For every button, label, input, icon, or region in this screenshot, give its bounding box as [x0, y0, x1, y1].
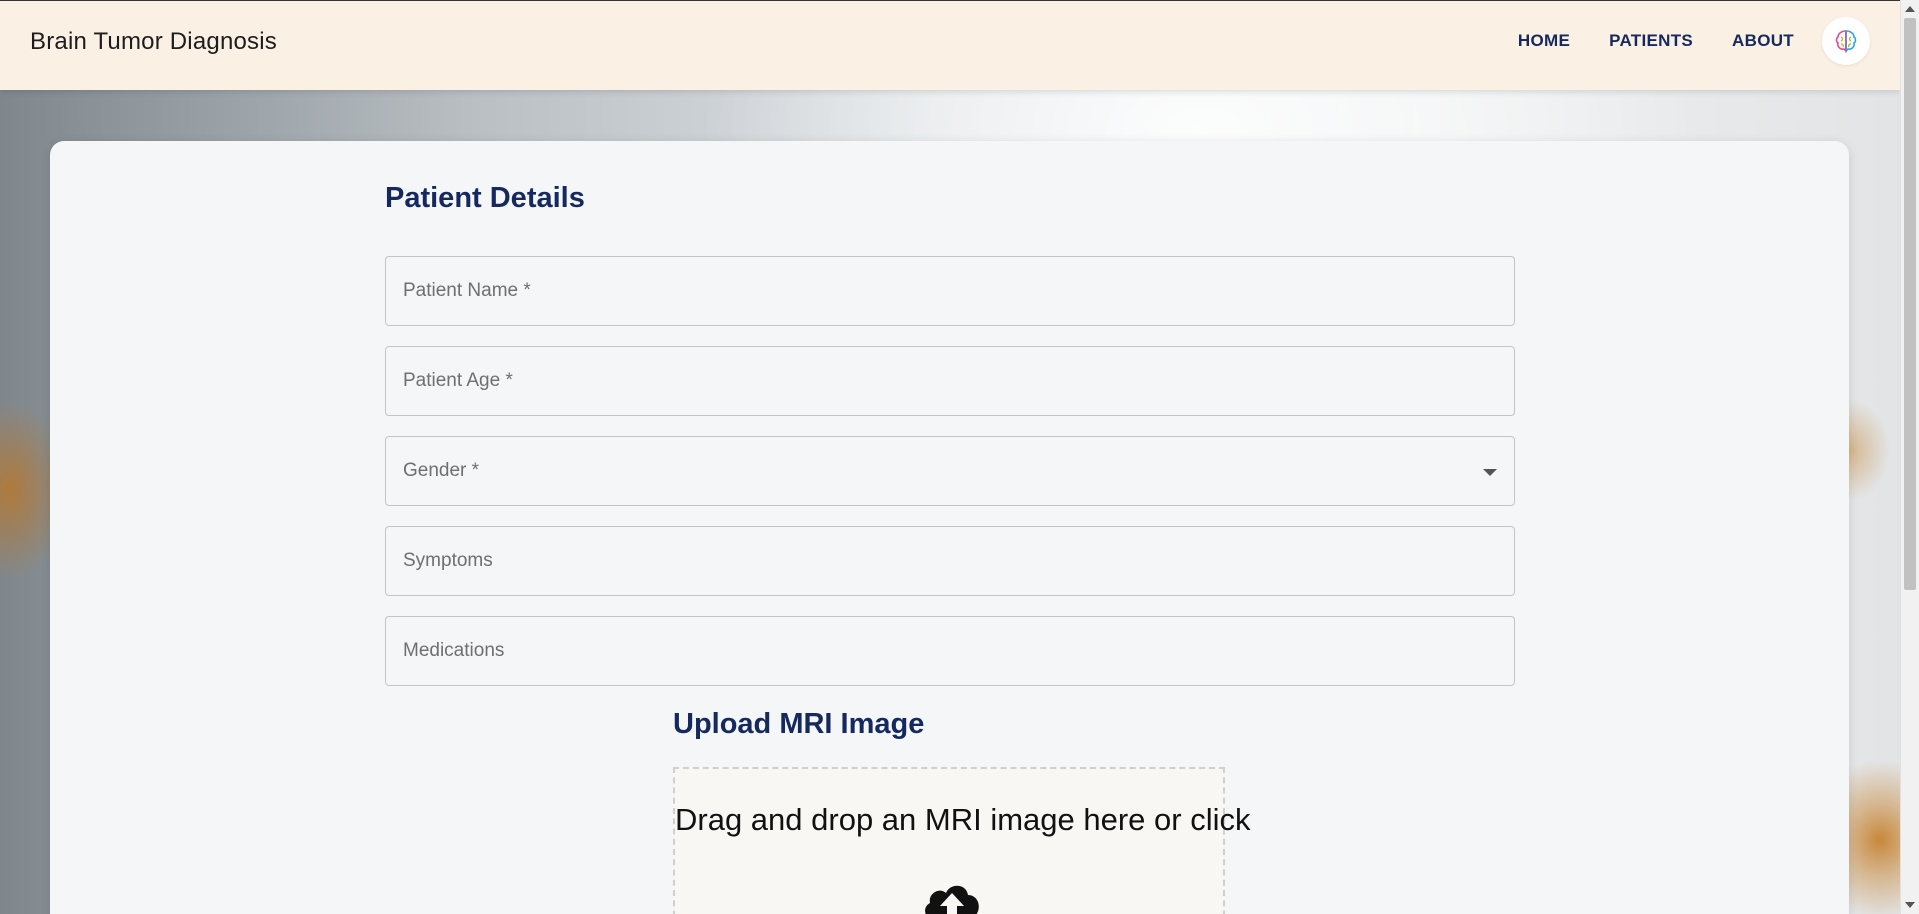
brain-logo-button[interactable]	[1822, 17, 1870, 65]
scroll-up-icon[interactable]	[1905, 6, 1915, 12]
main-nav: HOME PATIENTS ABOUT	[1479, 17, 1870, 65]
medications-field	[385, 616, 1515, 686]
gender-label: Gender *	[403, 460, 480, 481]
nav-patients-link[interactable]: PATIENTS	[1609, 31, 1693, 51]
patient-name-input[interactable]	[386, 257, 1514, 325]
brain-icon	[1835, 30, 1857, 53]
upload-mri-title: Upload MRI Image	[673, 708, 925, 740]
scroll-thumb[interactable]	[1904, 18, 1916, 590]
patient-age-input[interactable]	[386, 347, 1514, 415]
patient-age-field	[385, 346, 1515, 416]
app-title: Brain Tumor Diagnosis	[30, 28, 277, 55]
patient-form-card: Patient Details Gender * Upload MRI Imag…	[50, 141, 1849, 914]
dropzone-text: Drag and drop an MRI image here or click	[675, 802, 1251, 837]
scroll-down-icon[interactable]	[1905, 902, 1915, 908]
nav-about-link[interactable]: ABOUT	[1732, 31, 1794, 51]
mri-dropzone[interactable]: Drag and drop an MRI image here or click	[673, 767, 1251, 914]
symptoms-field	[385, 526, 1515, 596]
symptoms-input[interactable]	[386, 527, 1514, 595]
medications-input[interactable]	[386, 617, 1514, 685]
cloud-upload-icon	[925, 885, 979, 914]
patient-details-title: Patient Details	[385, 182, 585, 214]
dropdown-arrow-icon	[1483, 469, 1497, 476]
patient-name-field	[385, 256, 1515, 326]
nav-home-link[interactable]: HOME	[1518, 31, 1570, 51]
vertical-scrollbar[interactable]	[1900, 0, 1919, 914]
gender-select[interactable]: Gender *	[385, 436, 1515, 506]
app-header: Brain Tumor Diagnosis HOME PATIENTS ABOU…	[0, 0, 1900, 90]
